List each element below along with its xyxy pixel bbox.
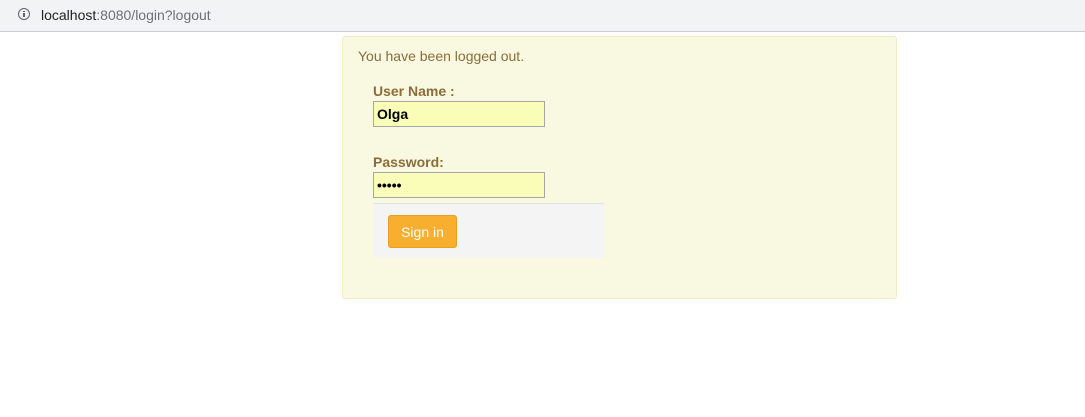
username-input[interactable]	[373, 101, 545, 127]
login-panel: You have been logged out. User Name : Pa…	[342, 36, 897, 299]
browser-address-bar[interactable]: localhost:8080/login?logout	[0, 0, 1085, 32]
url-path: :8080/login?logout	[96, 7, 211, 23]
logout-message: You have been logged out.	[358, 48, 525, 64]
sign-in-button[interactable]: Sign in	[388, 215, 457, 248]
url-host: localhost	[41, 7, 97, 23]
info-icon[interactable]	[18, 8, 30, 20]
password-input[interactable]	[373, 172, 545, 198]
username-label: User Name :	[373, 83, 455, 99]
url-text[interactable]: localhost:8080/login?logout	[41, 7, 211, 23]
form-actions: Sign in	[373, 203, 604, 258]
password-label: Password:	[373, 154, 444, 170]
